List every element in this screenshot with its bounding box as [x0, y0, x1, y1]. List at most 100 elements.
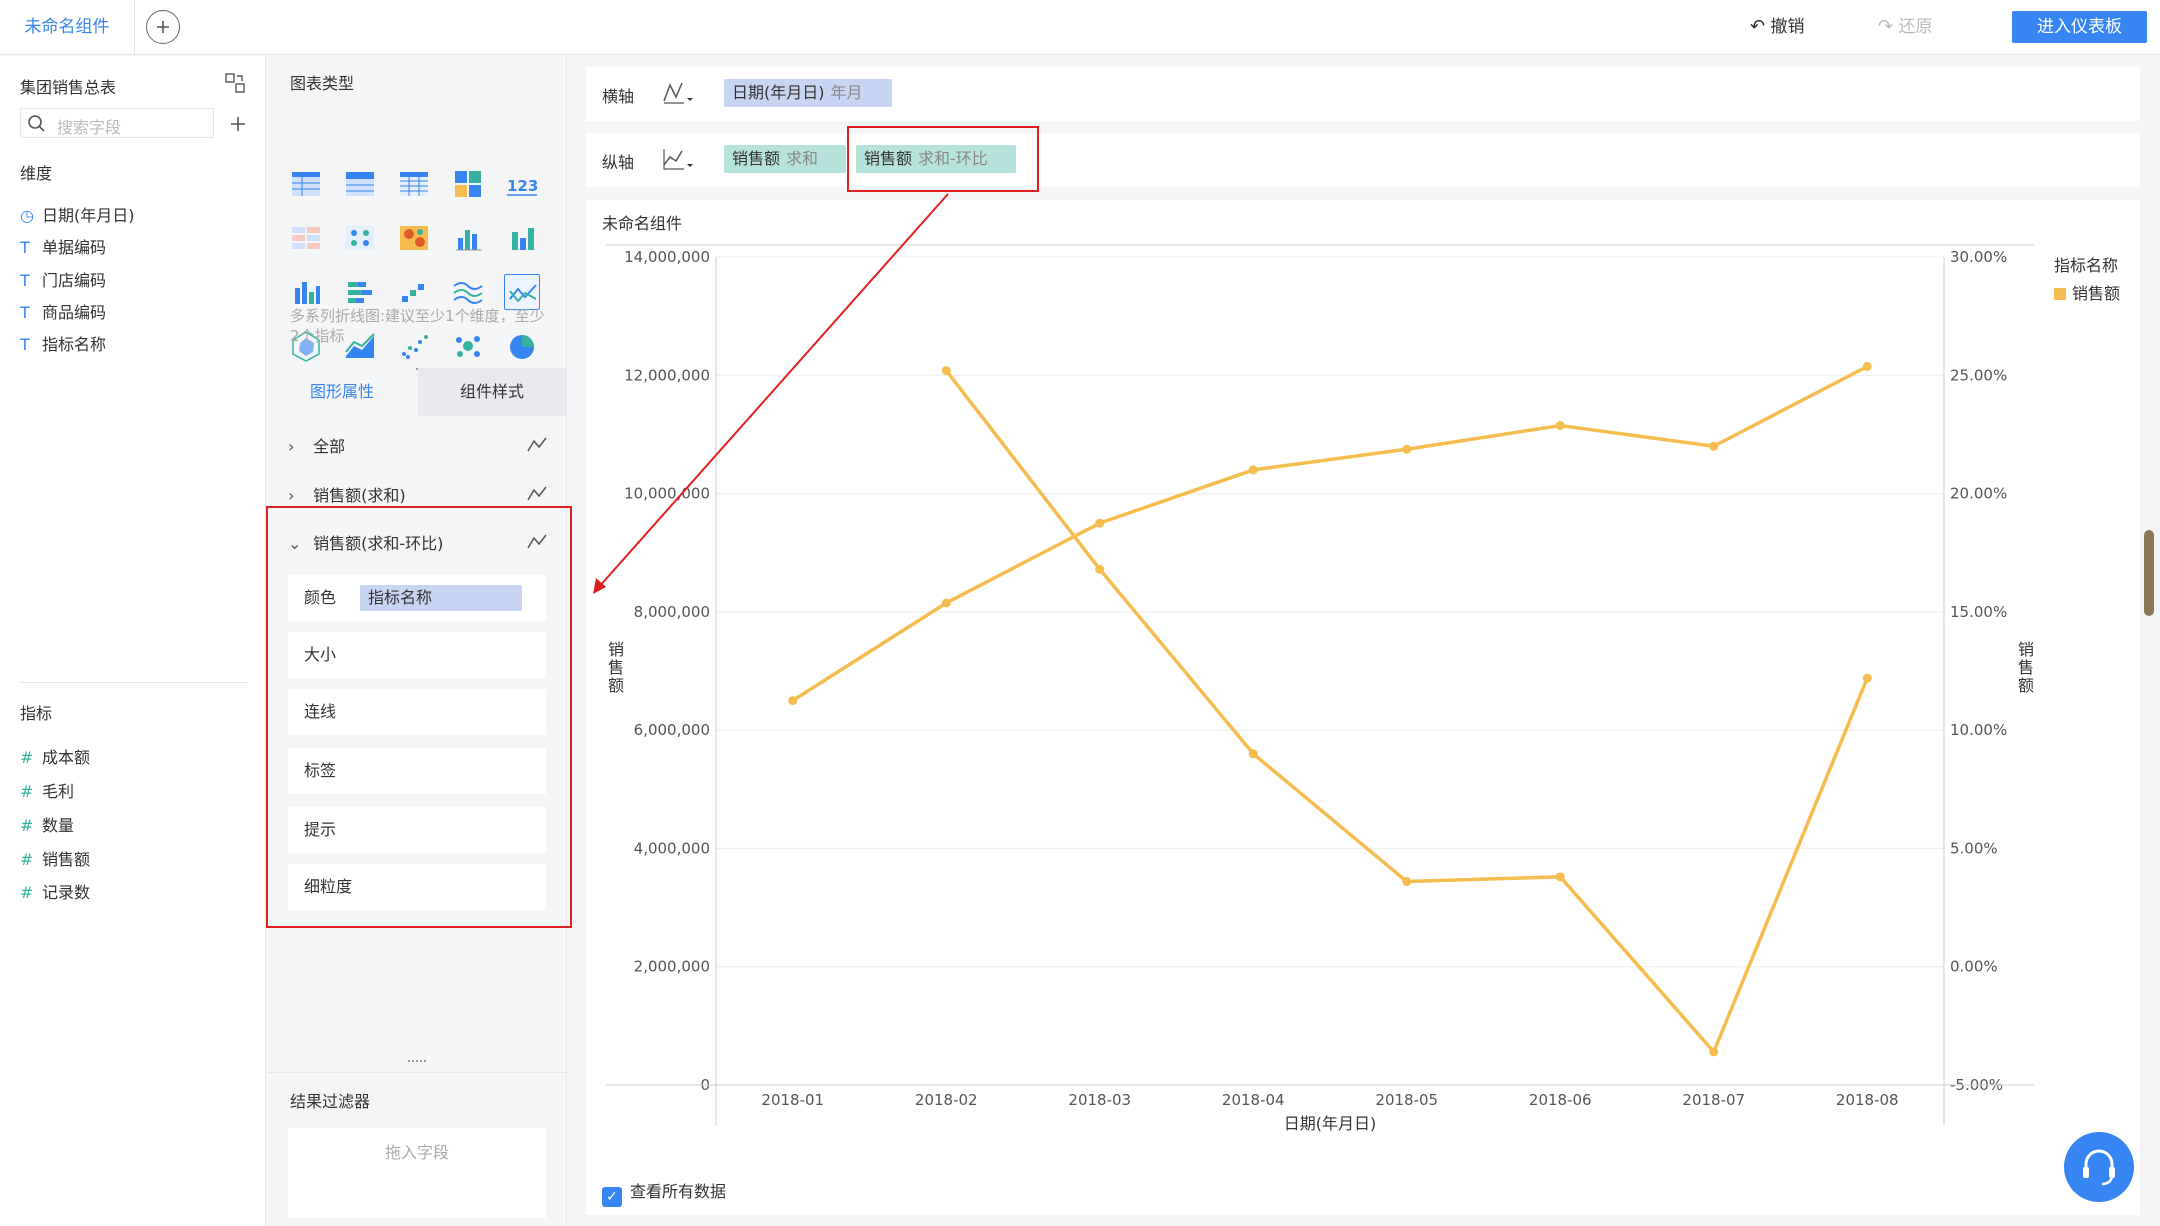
view-all-data-checkbox[interactable]: ✓ 查看所有数据: [602, 1178, 726, 1207]
column-chart-icon[interactable]: [504, 220, 540, 256]
x-field-pill[interactable]: 日期(年月日) 年月: [724, 79, 892, 107]
chevron-right-icon: ›: [288, 437, 295, 456]
data-point: [1555, 421, 1565, 431]
tab-graph-properties[interactable]: 图形属性: [268, 368, 416, 416]
bar-chart-icon[interactable]: [288, 274, 324, 310]
search-placeholder: 搜索字段: [57, 118, 122, 137]
dimension-item-date[interactable]: ◷ 日期(年月日): [20, 202, 135, 226]
y-field-pill-sum[interactable]: 销售额 求和: [724, 145, 846, 173]
x-tick-label: 2018-01: [761, 1091, 824, 1109]
measure-item-cost[interactable]: # 成本额: [20, 744, 90, 768]
data-point: [1402, 877, 1412, 887]
search-field-input[interactable]: 搜索字段: [20, 108, 214, 138]
tab-component[interactable]: 未命名组件: [0, 0, 135, 54]
measure-label: 数量: [42, 816, 75, 835]
panel-divider[interactable]: [20, 682, 248, 683]
dimension-item-product-code[interactable]: T 商品编码: [20, 299, 106, 323]
text-field-icon: T: [20, 303, 30, 322]
measure-item-quantity[interactable]: # 数量: [20, 812, 74, 836]
number-icon: #: [20, 883, 34, 902]
table-chart-icon[interactable]: [288, 166, 324, 202]
y2-tick-label: 0.00%: [1950, 958, 1998, 976]
data-point: [1248, 749, 1258, 759]
switch-dataset-icon[interactable]: [224, 72, 246, 94]
y2-tick-label: 25.00%: [1950, 366, 2007, 384]
data-point: [1709, 1047, 1719, 1057]
grouped-bar-icon[interactable]: [450, 220, 486, 256]
data-point: [941, 598, 951, 608]
y-tick-label: 12,000,000: [624, 366, 710, 384]
number-icon: #: [20, 850, 34, 869]
data-point: [1095, 564, 1105, 574]
redo-button[interactable]: ↷ 还原: [1878, 0, 1933, 54]
text-field-icon: T: [20, 238, 30, 257]
x-tick-label: 2018-02: [915, 1091, 978, 1109]
undo-button[interactable]: ↶ 撤销: [1750, 0, 1805, 54]
chart-type-title: 图表类型: [290, 74, 355, 93]
data-point: [1095, 518, 1105, 528]
redo-icon: ↷: [1878, 16, 1894, 37]
y-tick-label: 4,000,000: [634, 839, 710, 857]
dimensions-title: 维度: [20, 164, 53, 183]
chevron-right-icon: ›: [288, 486, 295, 505]
y-axis-bar: 纵轴 销售额 求和 销售额 求和-环比: [586, 133, 2140, 187]
text-field-icon: T: [20, 335, 30, 354]
headset-icon: [2083, 1149, 2115, 1186]
measure-item-sales[interactable]: # 销售额: [20, 846, 90, 870]
measure-item-record-count[interactable]: # 记录数: [20, 879, 90, 903]
y-tick-label: 2,000,000: [634, 958, 710, 976]
x-axis-bar: 横轴 日期(年月日) 年月: [586, 67, 2140, 121]
y-field-name: 销售额: [732, 149, 781, 168]
number-card-icon[interactable]: 123: [504, 166, 540, 202]
heatmap-icon[interactable]: [396, 220, 432, 256]
dimension-item-metric-name[interactable]: T 指标名称: [20, 331, 106, 355]
text-field-icon: T: [20, 271, 30, 290]
dimension-item-store-code[interactable]: T 门店编码: [20, 267, 106, 291]
stacked-bar-icon[interactable]: [342, 274, 378, 310]
x-axis-type-icon[interactable]: [660, 79, 694, 107]
filter-divider: [268, 1072, 567, 1073]
filter-drop-zone[interactable]: 拖入字段: [288, 1128, 546, 1218]
x-field-name: 日期(年月日): [732, 83, 825, 102]
redo-label: 还原: [1898, 17, 1933, 37]
data-point: [1862, 361, 1872, 371]
dimension-label: 商品编码: [42, 303, 107, 322]
search-icon: [28, 115, 45, 132]
detail-table-icon[interactable]: [396, 166, 432, 202]
y2-tick-label: 20.00%: [1950, 485, 2007, 503]
dataset-title: 集团销售总表: [20, 78, 117, 97]
line-type-icon[interactable]: [526, 435, 548, 455]
resize-handle-bottom[interactable]: [408, 1060, 426, 1064]
x-tick-label: 2018-07: [1682, 1091, 1745, 1109]
tab-component-style[interactable]: 组件样式: [418, 368, 566, 416]
dimension-label: 单据编码: [42, 238, 107, 257]
measure-label: 成本额: [42, 748, 91, 767]
multi-series-line-icon[interactable]: [504, 274, 540, 310]
undo-label: 撤销: [1770, 17, 1805, 37]
waterfall-icon[interactable]: [396, 274, 432, 310]
help-support-button[interactable]: [2064, 1132, 2134, 1202]
line-type-icon[interactable]: [526, 484, 548, 504]
field-panel: 集团销售总表 搜索字段 维度 ◷ 日期(年月日) T 单据编码 T 门店编码 T 商品编…: [0, 56, 266, 1226]
add-tab-button[interactable]: [146, 10, 180, 44]
y2-axis-title: 销售额: [2018, 640, 2034, 695]
dimension-label: 门店编码: [42, 271, 107, 290]
svg-text:123: 123: [507, 177, 538, 195]
scrollbar-thumb[interactable]: [2144, 530, 2154, 616]
enter-dashboard-button[interactable]: 进入仪表板: [2012, 11, 2147, 43]
highlight-property-group: [266, 506, 572, 928]
kpi-grid-icon[interactable]: [450, 166, 486, 202]
area-lines-icon[interactable]: [450, 274, 486, 310]
plus-icon: [157, 21, 169, 33]
dimension-item-doc-code[interactable]: T 单据编码: [20, 234, 106, 258]
prop-group-all[interactable]: › 全部: [288, 433, 548, 463]
dot-table-icon[interactable]: [342, 220, 378, 256]
add-field-icon[interactable]: [228, 114, 248, 134]
y-axis-type-icon[interactable]: [660, 145, 694, 173]
heat-table-icon[interactable]: [288, 220, 324, 256]
data-point: [1862, 673, 1872, 683]
y-field-sub: 求和: [786, 149, 819, 168]
cross-table-icon[interactable]: [342, 166, 378, 202]
measure-item-profit[interactable]: # 毛利: [20, 778, 74, 802]
y-tick-label: 14,000,000: [624, 248, 710, 266]
